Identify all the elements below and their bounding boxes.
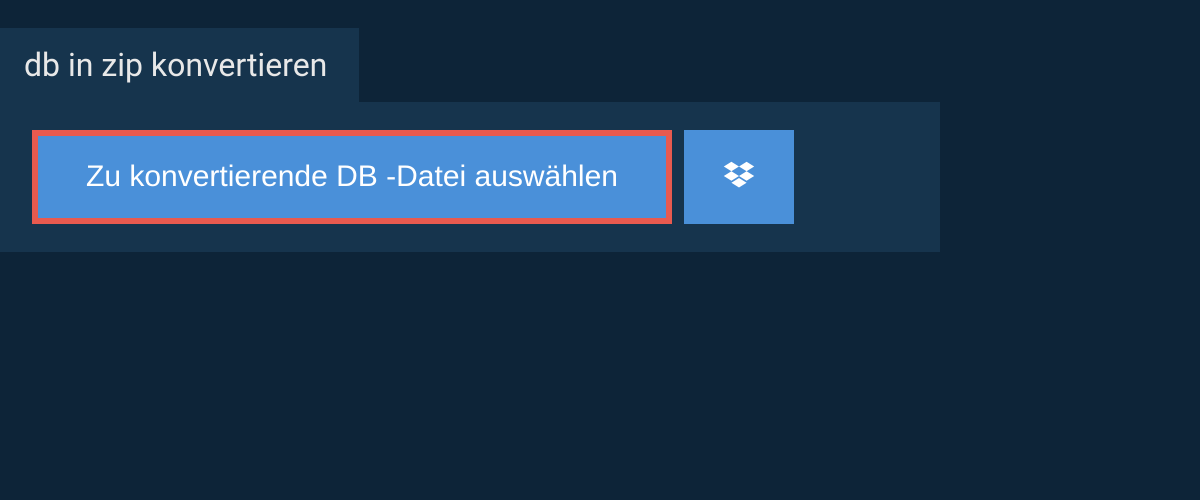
button-row: Zu konvertierende DB -Datei auswählen — [32, 130, 908, 224]
select-file-highlight: Zu konvertierende DB -Datei auswählen — [32, 130, 672, 224]
tab-title: db in zip konvertieren — [24, 46, 327, 84]
dropbox-icon — [720, 158, 758, 196]
upload-panel: Zu konvertierende DB -Datei auswählen — [0, 102, 940, 252]
select-file-button[interactable]: Zu konvertierende DB -Datei auswählen — [38, 136, 666, 218]
dropbox-button[interactable] — [684, 130, 794, 224]
tab-header: db in zip konvertieren — [0, 28, 359, 102]
